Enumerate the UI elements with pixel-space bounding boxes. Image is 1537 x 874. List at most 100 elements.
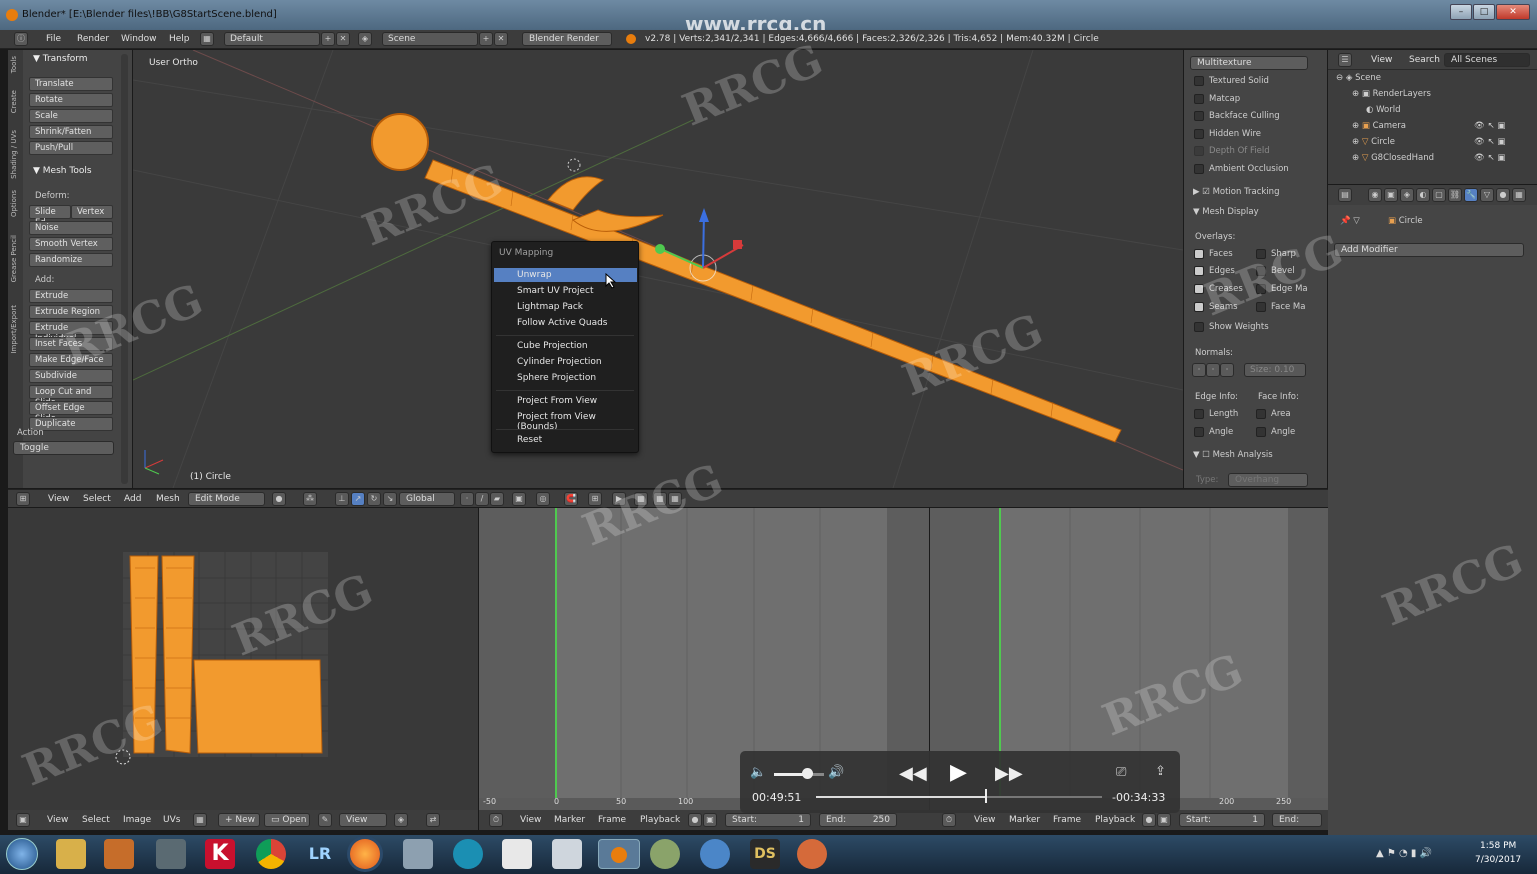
image-browse-icon[interactable]: ▦ <box>193 813 207 827</box>
outliner-item-scene[interactable]: ⊖ ◈ Scene <box>1336 73 1381 83</box>
viewport-menu-mesh[interactable]: Mesh <box>156 494 180 504</box>
outliner-display-select[interactable]: All Scenes <box>1444 53 1530 67</box>
uv-view-mode-select[interactable]: View <box>339 813 387 827</box>
pivot-uv-icon[interactable]: ◈ <box>394 813 408 827</box>
start-frame-field[interactable]: Start: 1 <box>725 813 811 827</box>
motion-tracking-panel[interactable]: ▶ ☑ Motion Tracking <box>1193 187 1279 197</box>
menu-project-from-view[interactable]: Project From View <box>517 396 597 406</box>
ambient-occlusion-checkbox[interactable] <box>1194 164 1204 174</box>
rewind-icon[interactable]: ◀◀ <box>899 763 927 784</box>
menu-help[interactable]: Help <box>169 34 190 44</box>
menu-reset[interactable]: Reset <box>517 435 542 445</box>
share-icon[interactable]: ⇪ <box>1155 764 1166 779</box>
menu-file[interactable]: File <box>46 34 61 44</box>
scene-tab-icon[interactable]: ◈ <box>1400 188 1414 202</box>
media-player-icon[interactable] <box>104 839 134 869</box>
blender-taskbar-icon[interactable] <box>598 839 640 869</box>
viewport-menu-add[interactable]: Add <box>124 494 141 504</box>
start-button[interactable] <box>6 838 38 870</box>
creases-checkbox[interactable] <box>1194 284 1204 294</box>
tool-shelf-scrollbar[interactable] <box>121 54 128 484</box>
minimize-button[interactable]: – <box>1450 4 1472 20</box>
timeline2-menu-playback[interactable]: Playback <box>1095 815 1135 825</box>
menu-cube-projection[interactable]: Cube Projection <box>517 341 588 351</box>
tab-shading-uvs[interactable]: Shading / UVs <box>10 130 18 179</box>
timeline-menu-playback[interactable]: Playback <box>640 815 680 825</box>
editor-type-icon[interactable]: ⓘ <box>14 32 28 46</box>
vertex-select-icon[interactable]: · <box>460 492 474 506</box>
timeline2-menu-view[interactable]: View <box>974 815 995 825</box>
record2-icon[interactable]: ● <box>1142 813 1156 827</box>
scale-manipulator-icon[interactable]: ↘ <box>383 492 397 506</box>
pivot-icon[interactable]: ⁂ <box>303 492 317 506</box>
snap-icon[interactable]: 🧲 <box>564 492 578 506</box>
offset-edge-slide-button[interactable]: Offset Edge Slide <box>29 401 113 424</box>
outliner-item-renderlayers[interactable]: ⊕ ▣ RenderLayers <box>1352 89 1431 99</box>
normal-face-icon[interactable]: · <box>1220 363 1234 377</box>
backface-culling-checkbox[interactable] <box>1194 111 1204 121</box>
scene-field[interactable]: Scene <box>382 32 478 46</box>
mesh-tools-panel-title[interactable]: ▼ Mesh Tools <box>33 166 92 176</box>
outliner-editor-icon[interactable]: ☰ <box>1338 53 1352 67</box>
outliner-item-world[interactable]: ◐ World <box>1366 105 1400 115</box>
app-icon[interactable] <box>156 839 186 869</box>
translate-button[interactable]: Translate <box>29 77 113 91</box>
outliner-item-circle[interactable]: ⊕ ▽ Circle <box>1352 137 1395 147</box>
textured-solid-checkbox[interactable] <box>1194 76 1204 86</box>
extrude-region-button[interactable]: Extrude Region <box>29 305 113 319</box>
tab-options[interactable]: Options <box>10 190 18 217</box>
tab-import-export[interactable]: Import/Export <box>10 305 18 354</box>
modifier-tab-icon[interactable]: 🔧 <box>1464 188 1478 202</box>
start-frame-field-2[interactable]: Start: 1 <box>1179 813 1265 827</box>
push-pull-button[interactable]: Push/Pull <box>29 141 113 155</box>
noise-button[interactable]: Noise <box>29 221 113 235</box>
face-marks-checkbox[interactable] <box>1256 302 1266 312</box>
visibility-eye-icon[interactable]: 👁 ↖ ▣ <box>1474 121 1505 131</box>
timeline2-menu-marker[interactable]: Marker <box>1009 815 1040 825</box>
viewport-editor-icon[interactable]: ⊞ <box>16 492 30 506</box>
record-icon[interactable]: ● <box>688 813 702 827</box>
normal-size-field[interactable]: Size: 0.10 <box>1244 363 1306 377</box>
layers-tab-icon[interactable]: ▣ <box>1384 188 1398 202</box>
menu-follow-active-quads[interactable]: Follow Active Quads <box>517 318 608 328</box>
maximize-button[interactable]: □ <box>1473 4 1495 20</box>
layout-field[interactable]: Default <box>224 32 320 46</box>
slide-edge-button[interactable]: Slide Ed <box>29 205 71 228</box>
render-preview-icon[interactable]: ▶ <box>612 492 626 506</box>
new-image-button[interactable]: + New <box>218 813 260 827</box>
seams-checkbox[interactable] <box>1194 302 1204 312</box>
outliner-item-g8closedhand[interactable]: ⊕ ▽ G8ClosedHand <box>1352 153 1434 163</box>
timeline-menu-view[interactable]: View <box>520 815 541 825</box>
action-select[interactable]: Toggle <box>13 441 114 455</box>
make-edge-face-button[interactable]: Make Edge/Face <box>29 353 113 367</box>
app2-icon[interactable] <box>403 839 433 869</box>
visibility-eye-icon[interactable]: 👁 ↖ ▣ <box>1474 153 1505 163</box>
hidden-wire-checkbox[interactable] <box>1194 129 1204 139</box>
volume-low-icon[interactable]: 🔈 <box>750 765 766 780</box>
app7-icon[interactable] <box>700 839 730 869</box>
randomize-button[interactable]: Randomize <box>29 253 113 267</box>
menu-render[interactable]: Render <box>77 34 109 44</box>
world-tab-icon[interactable]: ◐ <box>1416 188 1430 202</box>
timeline2-editor-icon[interactable]: ⏱ <box>942 813 956 827</box>
shading-sphere-icon[interactable]: ● <box>272 492 286 506</box>
menu-sphere-projection[interactable]: Sphere Projection <box>517 373 596 383</box>
sync-selection-icon[interactable]: ⇄ <box>426 813 440 827</box>
menu-unwrap[interactable]: Unwrap <box>517 270 552 280</box>
render-tab-icon[interactable]: ◉ <box>1368 188 1382 202</box>
edge-angle-checkbox[interactable] <box>1194 427 1204 437</box>
edge-select-icon[interactable]: / <box>475 492 489 506</box>
area-checkbox[interactable] <box>1256 409 1266 419</box>
pin-image-icon[interactable]: ✎ <box>318 813 332 827</box>
mesh-analysis-panel[interactable]: ▼ ☐ Mesh Analysis <box>1193 450 1273 460</box>
edge-marks-checkbox[interactable] <box>1256 284 1266 294</box>
menu-cylinder-projection[interactable]: Cylinder Projection <box>517 357 602 367</box>
properties-editor-icon[interactable]: ▤ <box>1338 188 1352 202</box>
3d-viewport[interactable]: User Ortho (1) Circle <box>133 50 1183 488</box>
viewport-menu-view[interactable]: View <box>48 494 69 504</box>
tab-tools[interactable]: Tools <box>10 56 18 73</box>
material-tab-icon[interactable]: ● <box>1496 188 1510 202</box>
uv-image-editor[interactable] <box>8 508 478 810</box>
slide-vertex-button[interactable]: Vertex <box>71 205 113 219</box>
ogl-anim-icon[interactable]: ▦ <box>653 492 667 506</box>
